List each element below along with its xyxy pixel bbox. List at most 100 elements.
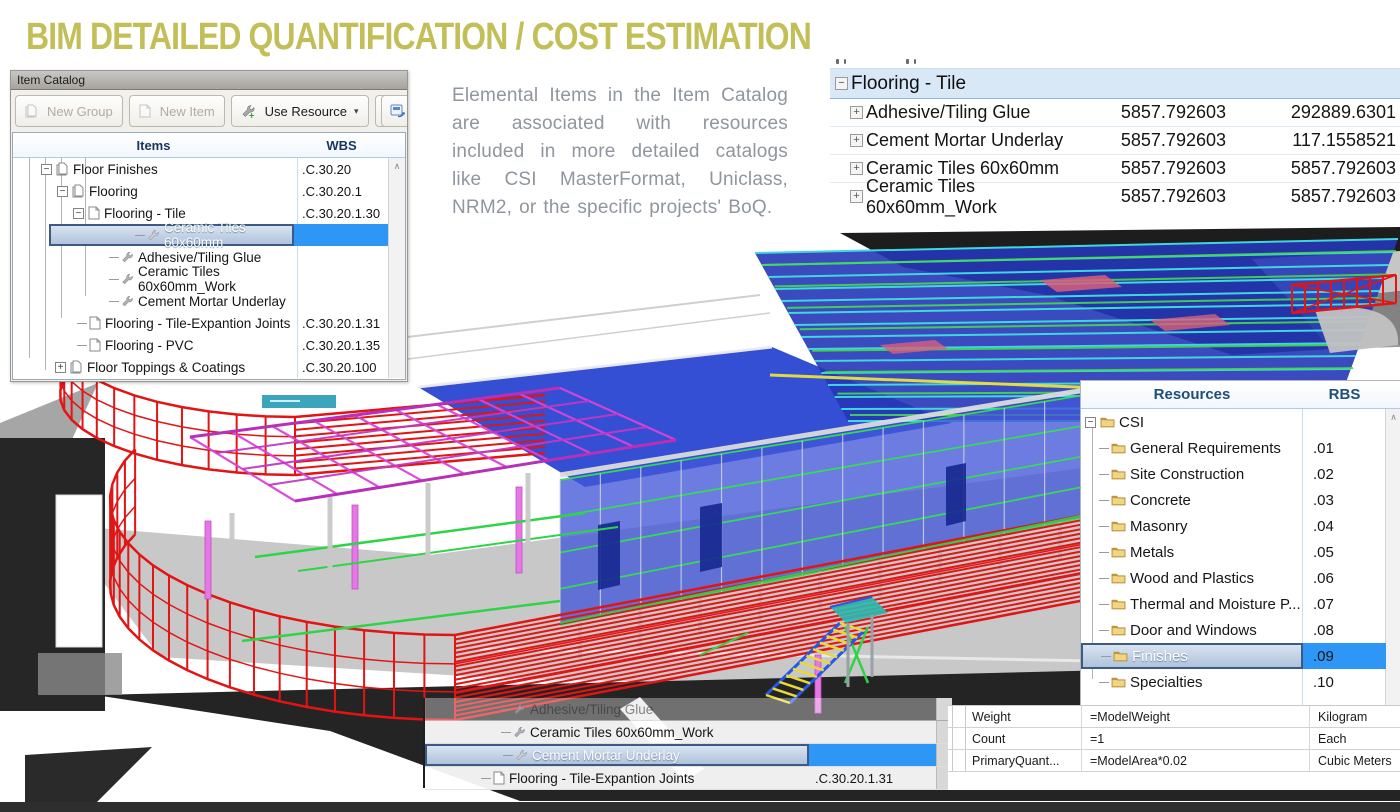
tree-row[interactable]: Ceramic Tiles 60x60mm_Work [425, 721, 952, 744]
folder-icon [1111, 546, 1126, 558]
wbs-value: .C.30.20.1.31 [809, 767, 936, 789]
tree-row-selected[interactable]: Ceramic Tiles 60x60mm [13, 224, 405, 246]
chevron-down-icon: ▾ [354, 106, 359, 117]
tree-row[interactable]: Concrete.03 [1081, 487, 1400, 513]
property-formula[interactable]: =ModelArea*0.02 [1082, 750, 1310, 771]
tree-row[interactable]: − Floor Finishes .C.30.20 [13, 158, 405, 180]
tree-row-label: Flooring [89, 184, 138, 199]
tree-row[interactable]: Masonry.04 [1081, 513, 1400, 539]
quantity-value: 5857.792603 [1080, 130, 1252, 151]
table-row[interactable]: + Ceramic Tiles 60x60mm_Work 5857.792603… [830, 183, 1400, 210]
table-row[interactable]: + Adhesive/Tiling Glue 5857.792603 29288… [830, 99, 1400, 127]
tree-row[interactable]: Flooring - Tile-Expantion Joints .C.30.2… [425, 767, 952, 790]
tree-row[interactable]: Wood and Plastics.06 [1081, 565, 1400, 591]
tree-row[interactable]: Flooring - PVC .C.30.20.1.35 [13, 334, 405, 356]
collapse-icon[interactable]: − [73, 208, 84, 219]
group-header-label: Flooring - Tile [851, 73, 966, 95]
resource-name: Adhesive/Tiling Glue [866, 102, 1030, 123]
expand-icon[interactable]: + [850, 162, 863, 175]
new-item-label: New Item [160, 104, 215, 119]
wrench-icon [147, 229, 160, 242]
wrench-plus-icon: + [241, 104, 256, 119]
tree-row[interactable]: Flooring - Tile-Expantion Joints .C.30.2… [13, 312, 405, 334]
export-button[interactable] [381, 95, 407, 127]
column-header-wbs[interactable]: WBS [294, 133, 389, 157]
page-icon [88, 206, 100, 220]
tree-row[interactable]: Cement Mortar Underlay [13, 290, 405, 312]
folder-icon [1111, 468, 1126, 480]
quantity-table: − Flooring - Tile + Adhesive/Tiling Glue… [830, 55, 1400, 210]
svg-text:+: + [249, 110, 254, 119]
tree-row[interactable]: Adhesive/Tiling Glue [425, 698, 952, 721]
property-row[interactable]: Count =1 Each [948, 728, 1400, 750]
tree-row[interactable]: −CSI [1081, 409, 1400, 435]
collapse-icon[interactable]: − [57, 186, 68, 197]
scrollbar[interactable]: ∧ [388, 158, 405, 378]
rbs-value: .10 [1303, 669, 1386, 695]
expand-icon[interactable]: + [55, 362, 66, 373]
expand-icon[interactable]: + [850, 134, 863, 147]
tree-row-label: Cement Mortar Underlay [138, 294, 286, 309]
column-header-resources[interactable]: Resources [1081, 381, 1303, 408]
property-row[interactable]: PrimaryQuant... =ModelArea*0.02 Cubic Me… [948, 750, 1400, 772]
wrench-icon [515, 749, 528, 762]
page-icon [493, 771, 505, 785]
wbs-value: .C.30.20.100 [294, 356, 389, 378]
page-title: BIM DETAILED QUANTIFICATION / COST ESTIM… [26, 16, 811, 59]
slide-description: Elemental Items in the Item Catalog are … [452, 82, 788, 222]
group-header-row[interactable]: − Flooring - Tile [830, 68, 1400, 99]
tree-row[interactable]: + Floor Toppings & Coatings .C.30.20.100 [13, 356, 405, 378]
property-formula[interactable]: =ModelWeight [1082, 706, 1310, 727]
quantity-value: 117.1558521 [1252, 130, 1400, 151]
wrench-icon [121, 295, 134, 308]
tree-row[interactable]: Metals.05 [1081, 539, 1400, 565]
folder-icon [1111, 572, 1126, 584]
property-formula[interactable]: =1 [1082, 728, 1310, 749]
quantity-value: 5857.792603 [1080, 186, 1252, 207]
tree-row-selected[interactable]: Cement Mortar Underlay [425, 744, 952, 767]
rbs-value: .07 [1303, 591, 1386, 617]
expand-icon[interactable]: + [850, 106, 863, 119]
tree-row-label: Floor Toppings & Coatings [87, 360, 245, 375]
column-header-items[interactable]: Items [13, 133, 294, 157]
window-titlebar[interactable]: Item Catalog [11, 71, 407, 90]
new-item-button[interactable]: New Item [129, 95, 225, 127]
table-row[interactable]: + Cement Mortar Underlay 5857.792603 117… [830, 127, 1400, 155]
rbs-value: .06 [1303, 565, 1386, 591]
scroll-up-icon[interactable]: ∧ [389, 158, 405, 172]
tree-row[interactable]: Specialties.10 [1081, 669, 1400, 695]
collapse-icon[interactable]: − [1085, 417, 1096, 428]
property-name: PrimaryQuant... [966, 750, 1082, 771]
quantity-value: 5857.792603 [1252, 158, 1400, 179]
tree-row[interactable]: Ceramic Tiles 60x60mm_Work [13, 268, 405, 290]
property-row[interactable]: Weight =ModelWeight Kilogram [948, 706, 1400, 728]
rbs-value: .08 [1303, 617, 1386, 643]
properties-grid: Weight =ModelWeight Kilogram Count =1 Ea… [948, 705, 1400, 790]
column-header-rbs[interactable]: RBS [1303, 381, 1386, 408]
wbs-value [809, 744, 936, 766]
tree-row[interactable]: General Requirements.01 [1081, 435, 1400, 461]
wbs-value [294, 268, 389, 290]
folder-icon [1113, 650, 1128, 662]
new-group-button[interactable]: New Group [15, 95, 123, 127]
rbs-value [1303, 409, 1386, 435]
expand-icon[interactable]: + [850, 190, 863, 203]
wrench-icon [513, 703, 526, 716]
tree-row-label: Flooring - Tile-Expantion Joints [105, 316, 290, 331]
tree-row[interactable]: Thermal and Moisture P....07 [1081, 591, 1400, 617]
tree-row[interactable]: − Flooring .C.30.20.1 [13, 180, 405, 202]
collapse-icon[interactable]: − [41, 164, 52, 175]
folder-icon [1111, 494, 1126, 506]
resource-label: Metals [1130, 544, 1174, 561]
tree-row-selected[interactable]: Finishes.09 [1081, 643, 1400, 669]
pages-icon [25, 104, 38, 118]
tree-row[interactable]: Site Construction.02 [1081, 461, 1400, 487]
wbs-value: .C.30.20.1 [294, 180, 389, 202]
wbs-value [294, 246, 389, 268]
use-resource-button[interactable]: + Use Resource ▾ [231, 95, 369, 127]
wbs-value: .C.30.20.1.30 [294, 202, 389, 224]
tree-row[interactable]: Door and Windows.08 [1081, 617, 1400, 643]
item-catalog-toolbar: New Group New Item + Use Resource ▾ ✕ De… [11, 90, 407, 132]
property-name: Weight [966, 706, 1082, 727]
collapse-icon[interactable]: − [835, 77, 848, 90]
